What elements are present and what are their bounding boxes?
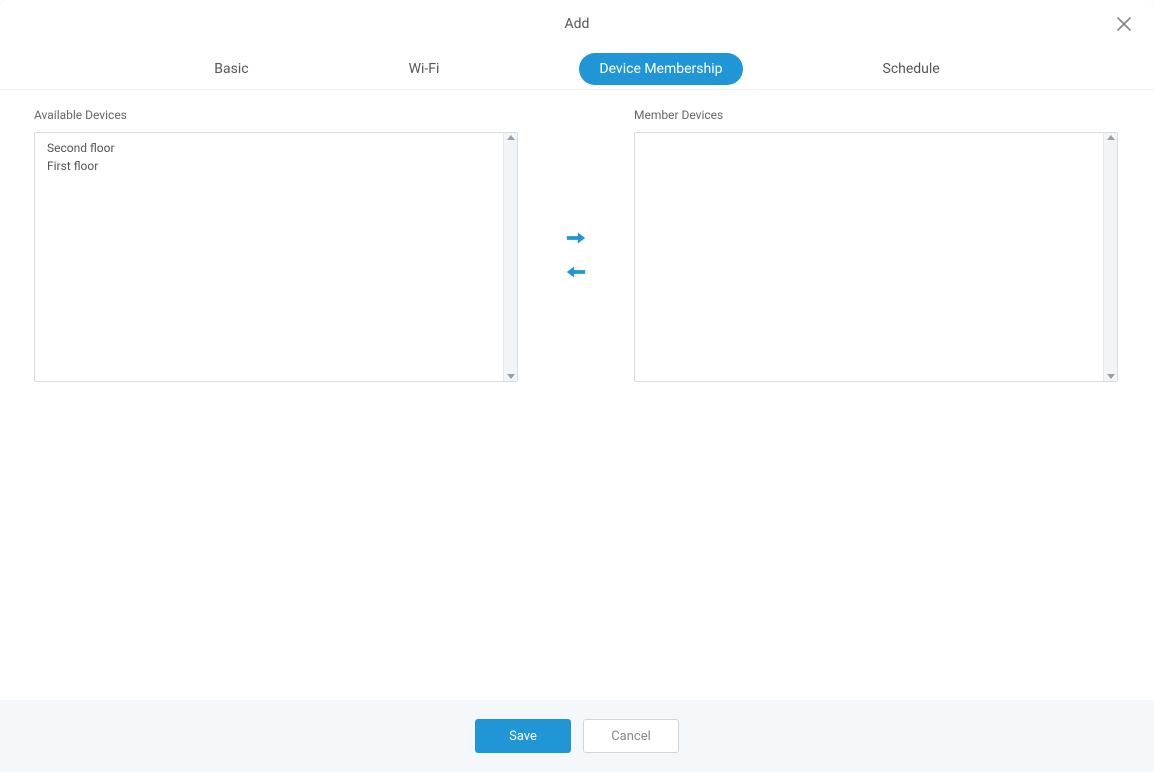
arrow-left-icon xyxy=(565,263,587,285)
member-devices-panel: Member Devices xyxy=(634,108,1118,382)
arrow-right-icon xyxy=(565,229,587,251)
scroll-up-icon xyxy=(1107,135,1115,140)
close-button[interactable] xyxy=(1112,14,1136,38)
dialog-titlebar: Add xyxy=(0,0,1154,48)
tab-schedule[interactable]: Schedule xyxy=(863,53,960,85)
list-item[interactable]: First floor xyxy=(35,157,503,175)
member-devices-list-inner xyxy=(635,133,1103,381)
scroll-down-icon xyxy=(507,374,515,379)
move-left-button[interactable] xyxy=(564,264,588,284)
tab-basic[interactable]: Basic xyxy=(194,53,268,85)
cancel-button[interactable]: Cancel xyxy=(583,719,679,753)
list-item[interactable]: Second floor xyxy=(35,139,503,157)
dialog-title: Add xyxy=(565,16,590,32)
available-devices-list-inner: Second floor First floor xyxy=(35,133,503,381)
transfer-controls xyxy=(518,132,634,382)
available-devices-label: Available Devices xyxy=(34,108,518,122)
member-scrollbar[interactable] xyxy=(1103,133,1117,381)
tab-wifi[interactable]: Wi-Fi xyxy=(389,53,460,85)
scroll-down-icon xyxy=(1107,374,1115,379)
save-button[interactable]: Save xyxy=(475,719,571,753)
move-right-button[interactable] xyxy=(564,230,588,250)
available-devices-panel: Available Devices Second floor First flo… xyxy=(34,108,518,382)
transfer-row: Available Devices Second floor First flo… xyxy=(34,108,1120,382)
member-devices-label: Member Devices xyxy=(634,108,1118,122)
tab-bar: Basic Wi-Fi Device Membership Schedule xyxy=(0,48,1154,90)
add-dialog: Add Basic Wi-Fi Device Membership Schedu… xyxy=(0,0,1154,772)
close-icon xyxy=(1115,15,1133,37)
available-scrollbar[interactable] xyxy=(503,133,517,381)
scroll-up-icon xyxy=(507,135,515,140)
tab-device-membership[interactable]: Device Membership xyxy=(579,53,742,85)
available-devices-listbox[interactable]: Second floor First floor xyxy=(34,132,518,382)
tab-content: Available Devices Second floor First flo… xyxy=(0,90,1154,700)
dialog-footer: Save Cancel xyxy=(0,700,1154,772)
member-devices-listbox[interactable] xyxy=(634,132,1118,382)
